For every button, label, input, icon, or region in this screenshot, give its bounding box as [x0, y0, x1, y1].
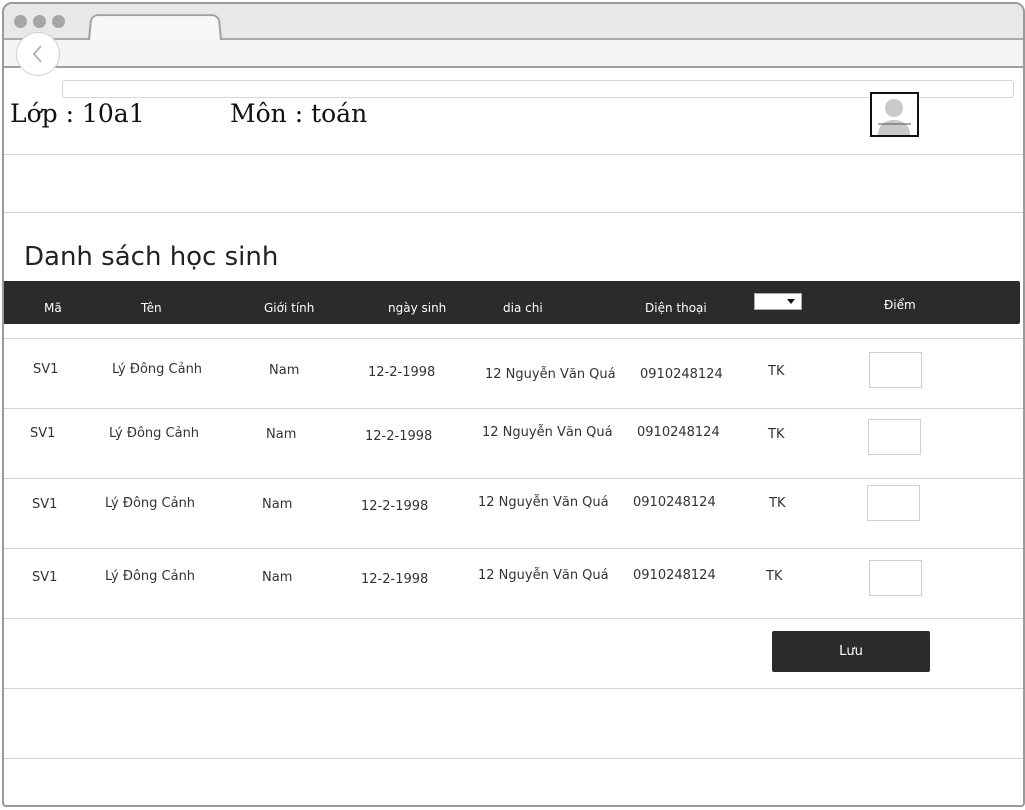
- cell-id: SV1: [32, 497, 58, 512]
- cell-dob: 12-2-1998: [361, 499, 429, 514]
- score-input[interactable]: [868, 419, 921, 455]
- column-header-address: dia chi: [503, 301, 543, 315]
- divider: [4, 618, 1023, 619]
- back-button[interactable]: [16, 32, 60, 76]
- divider: [4, 758, 1023, 759]
- window-dot-close[interactable]: [14, 15, 27, 28]
- score-input[interactable]: [869, 352, 922, 388]
- cell-id: SV1: [30, 426, 56, 441]
- chevron-left-icon: [32, 45, 42, 63]
- column-header-id: Mã: [44, 301, 62, 315]
- user-avatar[interactable]: [870, 92, 919, 137]
- column-header-phone: Diện thoại: [645, 301, 707, 315]
- cell-type: TK: [768, 427, 785, 442]
- cell-dob: 12-2-1998: [361, 572, 429, 587]
- divider: [4, 548, 1023, 549]
- score-input[interactable]: [867, 485, 920, 521]
- divider: [4, 688, 1023, 689]
- browser-toolbar: [4, 40, 1023, 98]
- cell-id: SV1: [32, 570, 58, 585]
- cell-phone: 0910248124: [633, 568, 716, 583]
- save-button[interactable]: Lưu: [772, 631, 930, 672]
- cell-phone: 0910248124: [637, 425, 720, 440]
- divider: [4, 338, 1023, 339]
- cell-phone: 0910248124: [633, 495, 716, 510]
- dropdown-arrow-icon: [787, 299, 795, 304]
- cell-gender: Nam: [269, 363, 300, 378]
- cell-type: TK: [766, 569, 783, 584]
- cell-gender: Nam: [262, 497, 293, 512]
- class-label: Lớp : 10a1: [10, 99, 145, 128]
- cell-type: TK: [768, 364, 785, 379]
- cell-name: Lý Đông Cảnh: [105, 496, 196, 511]
- cell-address: 12 Nguyễn Văn Quá: [485, 367, 616, 382]
- column-header-name: Tên: [141, 301, 162, 315]
- cell-gender: Nam: [262, 570, 293, 585]
- cell-name: Lý Đông Cảnh: [105, 569, 196, 584]
- browser-tab[interactable]: [88, 14, 222, 40]
- cell-id: SV1: [33, 362, 59, 377]
- table-header: Mã Tên Giới tính ngày sinh dia chi Diện …: [4, 281, 1020, 324]
- window-dot-minimize[interactable]: [33, 15, 46, 28]
- divider: [4, 408, 1023, 409]
- divider: [4, 212, 1023, 213]
- divider: [4, 154, 1023, 155]
- user-avatar-icon: [878, 99, 911, 135]
- cell-address: 12 Nguyễn Văn Quá: [478, 568, 609, 583]
- cell-address: 12 Nguyễn Văn Quá: [478, 495, 609, 510]
- column-header-score: Điểm: [884, 298, 916, 312]
- cell-dob: 12-2-1998: [365, 429, 433, 444]
- browser-window: Lớp : 10a1 Môn : toán Danh sách học sinh…: [2, 2, 1025, 807]
- cell-type: TK: [769, 496, 786, 511]
- column-header-dob: ngày sinh: [388, 301, 447, 315]
- cell-gender: Nam: [266, 427, 297, 442]
- cell-name: Lý Đông Cảnh: [109, 426, 200, 441]
- type-filter-dropdown[interactable]: [754, 293, 802, 310]
- cell-name: Lý Đông Cảnh: [112, 362, 203, 377]
- subject-label: Môn : toán: [230, 99, 368, 128]
- column-header-gender: Giới tính: [264, 301, 315, 315]
- browser-titlebar: [4, 4, 1023, 40]
- score-input[interactable]: [869, 560, 922, 596]
- window-dot-maximize[interactable]: [52, 15, 65, 28]
- cell-phone: 0910248124: [640, 367, 723, 382]
- divider: [4, 478, 1023, 479]
- cell-dob: 12-2-1998: [368, 365, 436, 380]
- cell-address: 12 Nguyễn Văn Quá: [482, 425, 613, 440]
- page-title: Danh sách học sinh: [24, 242, 279, 272]
